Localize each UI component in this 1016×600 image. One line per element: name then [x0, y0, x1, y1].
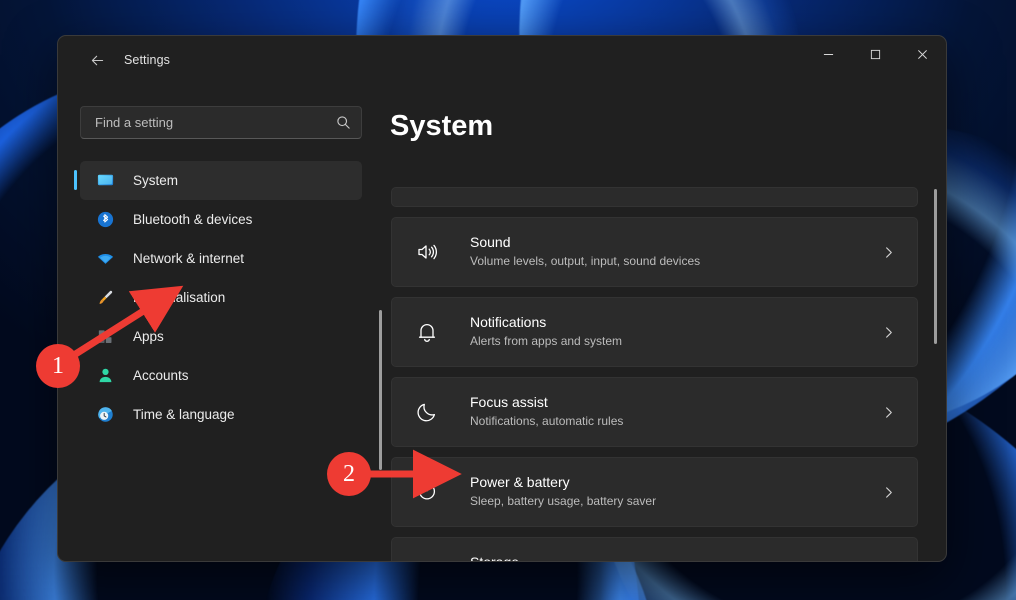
- chevron-right-icon: [882, 326, 895, 339]
- sidebar-item-label: Personalisation: [133, 290, 225, 305]
- sidebar: System Bluetooth & devices: [58, 84, 388, 561]
- sidebar-item-time-language[interactable]: Time & language: [80, 395, 362, 434]
- main-scrollbar[interactable]: [934, 189, 937, 561]
- monitor-icon: [94, 170, 116, 192]
- sidebar-item-bluetooth-devices[interactable]: Bluetooth & devices: [80, 200, 362, 239]
- minimize-button[interactable]: [805, 36, 852, 72]
- settings-card-storage[interactable]: Storage Storage space, drives, configura…: [391, 537, 918, 561]
- search-icon: [336, 115, 351, 130]
- title-bar: Settings: [58, 36, 946, 84]
- settings-card-subtitle: Volume levels, output, input, sound devi…: [470, 253, 700, 270]
- sidebar-item-label: Bluetooth & devices: [133, 212, 252, 227]
- sidebar-item-apps[interactable]: Apps: [80, 317, 362, 356]
- bluetooth-icon: [94, 209, 116, 231]
- app-title: Settings: [124, 53, 170, 67]
- chevron-right-icon: [882, 246, 895, 259]
- settings-window: Settings: [57, 35, 947, 562]
- sidebar-item-accounts[interactable]: Accounts: [80, 356, 362, 395]
- sidebar-item-label: Network & internet: [133, 251, 244, 266]
- maximize-icon: [870, 49, 881, 60]
- sidebar-item-system[interactable]: System: [80, 161, 362, 200]
- maximize-button[interactable]: [852, 36, 899, 72]
- settings-card-text: Storage Storage space, drives, configura…: [470, 553, 691, 561]
- apps-icon: [94, 326, 116, 348]
- chevron-right-icon: [882, 486, 895, 499]
- sidebar-item-label: Accounts: [133, 368, 189, 383]
- page-header: System: [388, 110, 946, 143]
- sidebar-scrollbar[interactable]: [379, 164, 382, 504]
- window-controls: [805, 36, 946, 72]
- settings-card-title: Focus assist: [470, 393, 623, 412]
- settings-card-sound[interactable]: Sound Volume levels, output, input, soun…: [391, 217, 918, 287]
- clock-icon: [94, 404, 116, 426]
- sidebar-item-personalisation[interactable]: Personalisation: [80, 278, 362, 317]
- settings-card-title: Notifications: [470, 313, 622, 332]
- settings-card-title: Storage: [470, 553, 691, 561]
- sidebar-item-label: Apps: [133, 329, 164, 344]
- settings-card-notifications[interactable]: Notifications Alerts from apps and syste…: [391, 297, 918, 367]
- back-arrow-icon: [89, 52, 106, 69]
- hard-drive-icon: [412, 557, 442, 561]
- settings-card-title: Sound: [470, 233, 700, 252]
- minimize-icon: [823, 49, 834, 60]
- settings-card-text: Notifications Alerts from apps and syste…: [470, 313, 622, 350]
- page-title: System: [388, 110, 946, 143]
- main-scrollbar-thumb[interactable]: [934, 189, 937, 344]
- window-body: System Bluetooth & devices: [58, 84, 946, 561]
- settings-list-inner: Sound Volume levels, output, input, soun…: [388, 187, 946, 561]
- settings-card-text: Power & battery Sleep, battery usage, ba…: [470, 473, 656, 510]
- bell-icon: [412, 317, 442, 347]
- search-box[interactable]: [80, 106, 362, 139]
- person-icon: [94, 365, 116, 387]
- settings-card-power-battery[interactable]: Power & battery Sleep, battery usage, ba…: [391, 457, 918, 527]
- back-button[interactable]: [80, 45, 114, 75]
- settings-card-text: Sound Volume levels, output, input, soun…: [470, 233, 700, 270]
- search-input[interactable]: [95, 115, 336, 130]
- moon-icon: [412, 397, 442, 427]
- settings-card-partial[interactable]: [391, 187, 918, 207]
- sidebar-scrollbar-thumb[interactable]: [379, 310, 382, 470]
- paintbrush-icon: [94, 287, 116, 309]
- main-content: System: [388, 84, 946, 561]
- settings-card-title: Power & battery: [470, 473, 656, 492]
- settings-card-text: Focus assist Notifications, automatic ru…: [470, 393, 623, 430]
- close-button[interactable]: [899, 36, 946, 72]
- sidebar-item-label: Time & language: [133, 407, 235, 422]
- settings-list: Sound Volume levels, output, input, soun…: [388, 187, 946, 561]
- close-icon: [917, 49, 928, 60]
- speaker-icon: [412, 237, 442, 267]
- sidebar-item-label: System: [133, 173, 178, 188]
- wifi-icon: [94, 248, 116, 270]
- chevron-right-icon: [882, 406, 895, 419]
- settings-card-subtitle: Notifications, automatic rules: [470, 413, 623, 430]
- power-icon: [412, 477, 442, 507]
- settings-card-focus-assist[interactable]: Focus assist Notifications, automatic ru…: [391, 377, 918, 447]
- settings-card-subtitle: Alerts from apps and system: [470, 333, 622, 350]
- settings-card-subtitle: Sleep, battery usage, battery saver: [470, 493, 656, 510]
- sidebar-item-network-internet[interactable]: Network & internet: [80, 239, 362, 278]
- sidebar-nav: System Bluetooth & devices: [58, 161, 388, 434]
